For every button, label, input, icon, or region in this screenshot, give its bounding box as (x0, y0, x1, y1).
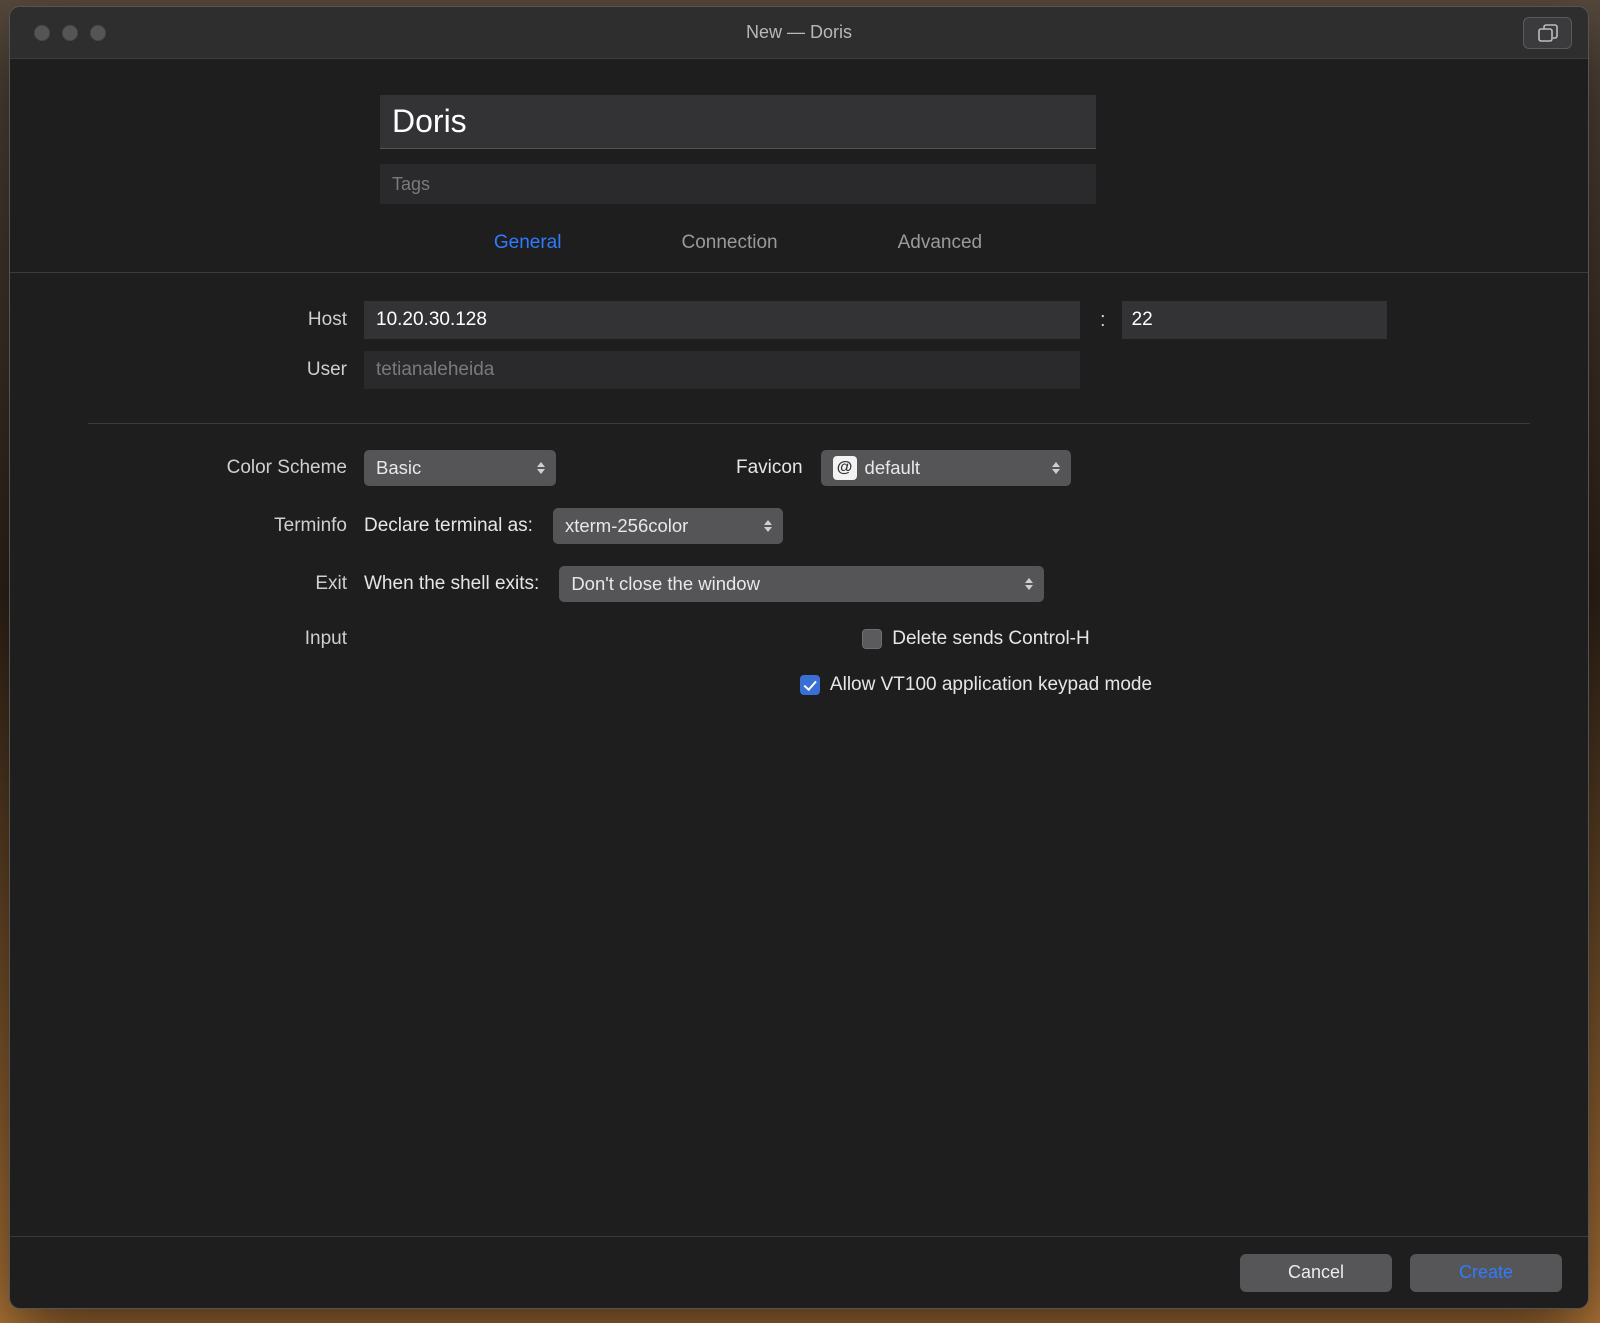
chevron-updown-icon (1049, 450, 1063, 486)
color-scheme-label: Color Scheme (10, 457, 364, 479)
row-user: User (10, 345, 1588, 395)
tab-general[interactable]: General (494, 232, 562, 254)
content-area: Host : ▲ ▼ User Color (10, 273, 1588, 1236)
port-field: ▲ ▼ (1122, 301, 1275, 339)
app-window: New — Doris General Connection Advanced (9, 6, 1589, 1309)
host-port-separator: : (1100, 309, 1106, 332)
exit-prefix: When the shell exits: (364, 573, 539, 595)
host-input[interactable] (364, 301, 1080, 339)
delete-sends-ctrl-h-checkbox[interactable]: Delete sends Control-H (862, 628, 1089, 650)
color-scheme-value: Basic (376, 457, 421, 479)
user-input[interactable] (364, 351, 1080, 389)
create-button[interactable]: Create (1410, 1254, 1562, 1292)
header-section: General Connection Advanced (10, 59, 1588, 273)
user-label: User (10, 359, 364, 381)
terminfo-value: xterm-256color (565, 515, 688, 537)
row-input: Input Delete sends Control-H Allow VT100… (10, 622, 1588, 712)
window-duplicate-button[interactable] (1523, 17, 1572, 49)
terminfo-prefix: Declare terminal as: (364, 515, 533, 537)
host-label: Host (10, 309, 364, 331)
row-exit: Exit When the shell exits: Don't close t… (10, 560, 1588, 608)
delete-sends-ctrl-h-label: Delete sends Control-H (892, 628, 1089, 650)
tags-input[interactable] (380, 164, 1096, 204)
tab-bar: General Connection Advanced (380, 232, 1096, 254)
titlebar: New — Doris (10, 7, 1588, 59)
close-window-button[interactable] (34, 25, 50, 41)
favicon-label: Favicon (736, 457, 803, 478)
row-terminfo: Terminfo Declare terminal as: xterm-256c… (10, 502, 1588, 550)
chevron-updown-icon (1022, 566, 1036, 602)
multi-window-icon (1538, 24, 1558, 42)
terminfo-select[interactable]: xterm-256color (553, 508, 783, 544)
cancel-button[interactable]: Cancel (1240, 1254, 1392, 1292)
checkbox-icon (800, 675, 820, 695)
window-controls (26, 25, 106, 41)
section-divider (88, 423, 1530, 424)
checkbox-icon (862, 629, 882, 649)
zoom-window-button[interactable] (90, 25, 106, 41)
exit-value: Don't close the window (571, 573, 760, 595)
row-host: Host : ▲ ▼ (10, 295, 1588, 345)
terminfo-label: Terminfo (10, 515, 364, 537)
color-scheme-select[interactable]: Basic (364, 450, 556, 486)
minimize-window-button[interactable] (62, 25, 78, 41)
exit-label: Exit (10, 573, 364, 595)
vt100-keypad-checkbox[interactable]: Allow VT100 application keypad mode (800, 674, 1152, 696)
row-color-favicon: Color Scheme Basic Favicon @ default (10, 444, 1588, 492)
connection-name-input[interactable] (380, 95, 1096, 149)
tab-advanced[interactable]: Advanced (898, 232, 983, 254)
at-sign-icon: @ (833, 456, 857, 480)
window-title: New — Doris (10, 22, 1588, 43)
favicon-value: default (865, 457, 921, 479)
input-label: Input (10, 628, 364, 650)
favicon-select[interactable]: @ default (821, 450, 1071, 486)
tab-connection[interactable]: Connection (681, 232, 777, 254)
exit-behavior-select[interactable]: Don't close the window (559, 566, 1044, 602)
vt100-keypad-label: Allow VT100 application keypad mode (830, 674, 1152, 696)
chevron-updown-icon (534, 450, 548, 486)
port-input[interactable] (1122, 301, 1387, 339)
footer: Cancel Create (10, 1236, 1588, 1308)
chevron-updown-icon (761, 508, 775, 544)
